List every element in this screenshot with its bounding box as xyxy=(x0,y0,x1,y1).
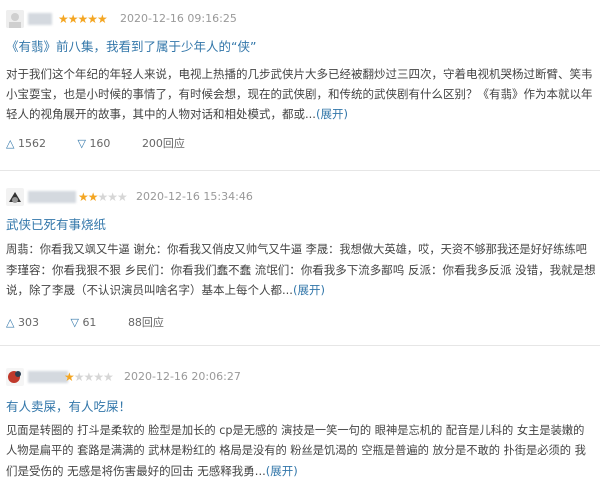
downvote-count: 160 xyxy=(89,137,111,150)
review-line: 说，除了李晟（不认识演员叫啥名字）基本上每个人都... xyxy=(6,283,293,297)
divider xyxy=(0,170,600,171)
review-title[interactable]: 《有翡》前八集，我看到了属于少年人的“侠” xyxy=(6,39,256,55)
vote-bar: △ 1562 ▽ 160 200回应 xyxy=(6,137,199,151)
username-blurred[interactable] xyxy=(28,371,68,383)
review-title[interactable]: 有人卖屎，有人吃屎！ xyxy=(6,399,131,415)
avatar[interactable] xyxy=(6,368,24,386)
expand-link[interactable]: (展开) xyxy=(266,464,298,478)
review-header: ★★★★★ 2020-12-16 20:06:27 xyxy=(0,368,600,388)
expand-link[interactable]: (展开) xyxy=(293,283,325,297)
downvote-count: 61 xyxy=(82,316,97,329)
review-body: 见面是转圈的 打斗是柔软的 脸型是加长的 cp是无感的 演技是一笑一句的 眼神是… xyxy=(6,421,596,481)
vote-bar: △ 303 ▽ 61 88回应 xyxy=(6,316,178,330)
review-date: 2020-12-16 20:06:27 xyxy=(124,370,241,383)
username-blurred[interactable] xyxy=(28,13,52,25)
review-title[interactable]: 武侠已死有事烧纸 xyxy=(6,217,106,233)
review-line: 们是受伤的 无感是将伤害最好的回击 无感释我勇... xyxy=(6,464,266,478)
review-line: 轻人的视角展开的故事，其中的人物对话和相处模式，都或... xyxy=(6,107,316,121)
review-body: 周翡：你看我又飒又牛逼 谢允：你看我又俏皮又帅气又牛逼 李晟：我想做大英雄，哎，… xyxy=(6,240,596,300)
avatar[interactable] xyxy=(6,188,24,206)
downvote-button[interactable]: ▽ 61 xyxy=(70,316,110,329)
review-line: 小宝耍宝，也是小时候的事情了，有时候会想，现在的武侠剧，和传统的武侠剧有什么区别… xyxy=(6,87,593,101)
rating-stars: ★★★★★ xyxy=(58,12,108,26)
rating-stars: ★★★★★ xyxy=(78,190,128,204)
username-blurred[interactable] xyxy=(28,191,76,203)
review-line: 见面是转圈的 打斗是柔软的 脸型是加长的 cp是无感的 演技是一笑一句的 眼神是… xyxy=(6,424,585,437)
review-line: 人物是扁平的 套路是满满的 武林是粉红的 格局是没有的 粉丝是饥渴的 空瓶是普遍… xyxy=(6,444,586,457)
review-line: 对于我们这个年纪的年轻人来说，电视上热播的几步武侠片大多已经被翻炒过三四次，守着… xyxy=(6,67,593,81)
reply-count[interactable]: 200回应 xyxy=(142,137,185,150)
review-date: 2020-12-16 09:16:25 xyxy=(120,12,237,25)
upvote-button[interactable]: △ 303 xyxy=(6,316,53,329)
review-header: ★★★★★ 2020-12-16 15:34:46 xyxy=(0,188,600,208)
upvote-count: 1562 xyxy=(17,137,46,150)
avatar[interactable] xyxy=(6,10,24,28)
upvote-count: 303 xyxy=(17,316,39,329)
rating-stars: ★★★★★ xyxy=(64,370,114,384)
reply-count[interactable]: 88回应 xyxy=(128,316,164,329)
review-line: 李瑾容：你看我狠不狠 乡民们：你看我们蠢不蠢 流氓们：你看我多下流多鄙呜 反派：… xyxy=(6,263,596,277)
review-body: 对于我们这个年纪的年轻人来说，电视上热播的几步武侠片大多已经被翻炒过三四次，守着… xyxy=(6,64,596,124)
upvote-button[interactable]: △ 1562 xyxy=(6,137,60,150)
expand-link[interactable]: (展开) xyxy=(316,107,348,121)
review-line: 周翡：你看我又飒又牛逼 谢允：你看我又俏皮又帅气又牛逼 李晟：我想做大英雄，哎，… xyxy=(6,243,587,256)
downvote-button[interactable]: ▽ 160 xyxy=(77,137,124,150)
review-header: ★★★★★ 2020-12-16 09:16:25 xyxy=(0,10,600,30)
review-date: 2020-12-16 15:34:46 xyxy=(136,190,253,203)
divider xyxy=(0,345,600,346)
